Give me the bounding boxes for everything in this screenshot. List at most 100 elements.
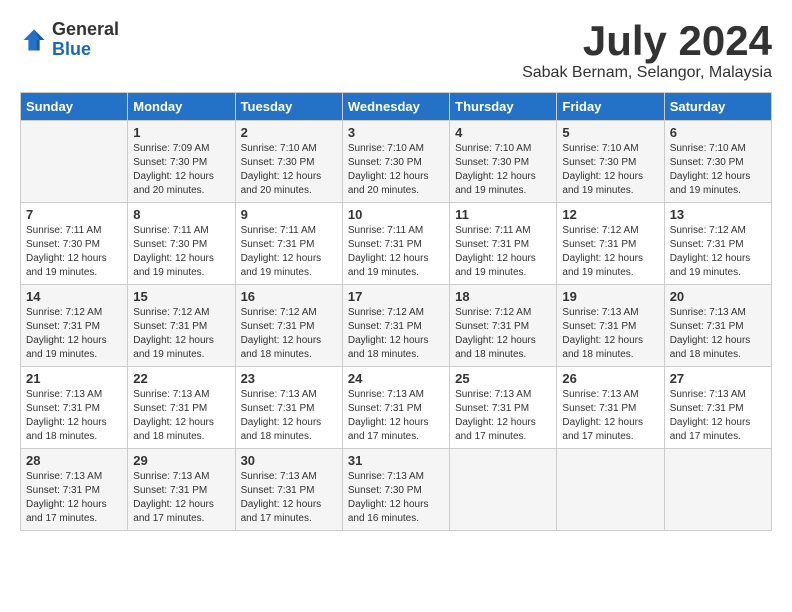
day-info: Sunrise: 7:11 AMSunset: 7:31 PMDaylight:… [455, 224, 551, 280]
day-number: 26 [562, 371, 658, 386]
calendar-cell: 5Sunrise: 7:10 AMSunset: 7:30 PMDaylight… [557, 121, 664, 203]
day-info: Sunrise: 7:12 AMSunset: 7:31 PMDaylight:… [348, 306, 444, 362]
day-info: Sunrise: 7:12 AMSunset: 7:31 PMDaylight:… [455, 306, 551, 362]
col-wednesday: Wednesday [342, 93, 449, 121]
logo-icon [20, 26, 48, 54]
day-info: Sunrise: 7:13 AMSunset: 7:31 PMDaylight:… [670, 306, 766, 362]
day-number: 8 [133, 207, 229, 222]
calendar-cell: 24Sunrise: 7:13 AMSunset: 7:31 PMDayligh… [342, 367, 449, 449]
calendar-cell [664, 449, 771, 531]
day-number: 14 [26, 289, 122, 304]
calendar-cell: 1Sunrise: 7:09 AMSunset: 7:30 PMDaylight… [128, 121, 235, 203]
logo: General Blue [20, 20, 119, 60]
day-info: Sunrise: 7:10 AMSunset: 7:30 PMDaylight:… [241, 142, 337, 198]
calendar-header-row: Sunday Monday Tuesday Wednesday Thursday… [21, 93, 772, 121]
day-info: Sunrise: 7:13 AMSunset: 7:31 PMDaylight:… [241, 470, 337, 526]
calendar-cell [450, 449, 557, 531]
day-number: 2 [241, 125, 337, 140]
calendar-cell: 4Sunrise: 7:10 AMSunset: 7:30 PMDaylight… [450, 121, 557, 203]
day-number: 10 [348, 207, 444, 222]
calendar-week-row: 7 Sunrise: 7:11 AMSunset: 7:30 PMDaylight… [21, 203, 772, 285]
day-number: 9 [241, 207, 337, 222]
day-info: Sunrise: 7:13 AMSunset: 7:31 PMDaylight:… [26, 470, 122, 526]
day-number: 18 [455, 289, 551, 304]
calendar-cell: 26 Sunrise: 7:13 AMSunset: 7:31 PMDayligh… [557, 367, 664, 449]
calendar-cell [21, 121, 128, 203]
calendar-week-row: 21 Sunrise: 7:13 AMSunset: 7:31 PMDayligh… [21, 367, 772, 449]
calendar-cell: 21 Sunrise: 7:13 AMSunset: 7:31 PMDayligh… [21, 367, 128, 449]
calendar-cell: 2 Sunrise: 7:10 AMSunset: 7:30 PMDaylight… [235, 121, 342, 203]
day-number: 15 [133, 289, 229, 304]
day-number: 7 [26, 207, 122, 222]
calendar-cell: 6 Sunrise: 7:10 AMSunset: 7:30 PMDaylight… [664, 121, 771, 203]
calendar-cell: 10 Sunrise: 7:11 AMSunset: 7:31 PMDayligh… [342, 203, 449, 285]
day-number: 1 [133, 125, 229, 140]
calendar-cell: 28 Sunrise: 7:13 AMSunset: 7:31 PMDayligh… [21, 449, 128, 531]
day-info: Sunrise: 7:13 AMSunset: 7:31 PMDaylight:… [562, 388, 658, 444]
day-info: Sunrise: 7:13 AMSunset: 7:31 PMDaylight:… [348, 388, 444, 444]
day-number: 17 [348, 289, 444, 304]
location-subtitle: Sabak Bernam, Selangor, Malaysia [522, 64, 772, 82]
day-number: 30 [241, 453, 337, 468]
day-info: Sunrise: 7:11 AMSunset: 7:31 PMDaylight:… [241, 224, 337, 280]
calendar-table: Sunday Monday Tuesday Wednesday Thursday… [20, 92, 772, 531]
day-info: Sunrise: 7:11 AMSunset: 7:30 PMDaylight:… [26, 224, 122, 280]
day-info: Sunrise: 7:12 AMSunset: 7:31 PMDaylight:… [133, 306, 229, 362]
col-sunday: Sunday [21, 93, 128, 121]
calendar-cell: 31Sunrise: 7:13 AMSunset: 7:30 PMDayligh… [342, 449, 449, 531]
day-number: 31 [348, 453, 444, 468]
calendar-cell: 27 Sunrise: 7:13 AMSunset: 7:31 PMDayligh… [664, 367, 771, 449]
day-number: 13 [670, 207, 766, 222]
calendar-cell: 8Sunrise: 7:11 AMSunset: 7:30 PMDaylight… [128, 203, 235, 285]
day-info: Sunrise: 7:11 AMSunset: 7:31 PMDaylight:… [348, 224, 444, 280]
calendar-cell: 12Sunrise: 7:12 AMSunset: 7:31 PMDayligh… [557, 203, 664, 285]
title-area: July 2024 Sabak Bernam, Selangor, Malays… [522, 20, 772, 82]
day-number: 11 [455, 207, 551, 222]
day-number: 21 [26, 371, 122, 386]
day-number: 23 [241, 371, 337, 386]
day-number: 16 [241, 289, 337, 304]
calendar-week-row: 1Sunrise: 7:09 AMSunset: 7:30 PMDaylight… [21, 121, 772, 203]
day-info: Sunrise: 7:13 AMSunset: 7:31 PMDaylight:… [26, 388, 122, 444]
day-number: 5 [562, 125, 658, 140]
col-thursday: Thursday [450, 93, 557, 121]
calendar-cell: 30 Sunrise: 7:13 AMSunset: 7:31 PMDayligh… [235, 449, 342, 531]
col-tuesday: Tuesday [235, 93, 342, 121]
calendar-cell: 13Sunrise: 7:12 AMSunset: 7:31 PMDayligh… [664, 203, 771, 285]
calendar-cell: 22Sunrise: 7:13 AMSunset: 7:31 PMDayligh… [128, 367, 235, 449]
day-info: Sunrise: 7:10 AMSunset: 7:30 PMDaylight:… [670, 142, 766, 198]
calendar-cell: 17 Sunrise: 7:12 AMSunset: 7:31 PMDayligh… [342, 285, 449, 367]
calendar-cell: 23 Sunrise: 7:13 AMSunset: 7:31 PMDayligh… [235, 367, 342, 449]
calendar-week-row: 28 Sunrise: 7:13 AMSunset: 7:31 PMDayligh… [21, 449, 772, 531]
day-number: 22 [133, 371, 229, 386]
day-number: 27 [670, 371, 766, 386]
calendar-cell: 29 Sunrise: 7:13 AMSunset: 7:31 PMDayligh… [128, 449, 235, 531]
day-number: 25 [455, 371, 551, 386]
calendar-cell [557, 449, 664, 531]
calendar-cell: 15 Sunrise: 7:12 AMSunset: 7:31 PMDayligh… [128, 285, 235, 367]
day-info: Sunrise: 7:12 AMSunset: 7:31 PMDaylight:… [26, 306, 122, 362]
calendar-cell: 20 Sunrise: 7:13 AMSunset: 7:31 PMDayligh… [664, 285, 771, 367]
day-number: 28 [26, 453, 122, 468]
day-info: Sunrise: 7:13 AMSunset: 7:31 PMDaylight:… [455, 388, 551, 444]
month-year-title: July 2024 [522, 20, 772, 62]
calendar-cell: 11 Sunrise: 7:11 AMSunset: 7:31 PMDayligh… [450, 203, 557, 285]
day-info: Sunrise: 7:13 AMSunset: 7:31 PMDaylight:… [133, 470, 229, 526]
day-number: 29 [133, 453, 229, 468]
day-info: Sunrise: 7:13 AMSunset: 7:31 PMDaylight:… [670, 388, 766, 444]
day-info: Sunrise: 7:10 AMSunset: 7:30 PMDaylight:… [455, 142, 551, 198]
logo-general: General Blue [52, 20, 119, 60]
calendar-cell: 19 Sunrise: 7:13 AMSunset: 7:31 PMDayligh… [557, 285, 664, 367]
calendar-cell: 16 Sunrise: 7:12 AMSunset: 7:31 PMDayligh… [235, 285, 342, 367]
calendar-cell: 14 Sunrise: 7:12 AMSunset: 7:31 PMDayligh… [21, 285, 128, 367]
day-info: Sunrise: 7:13 AMSunset: 7:31 PMDaylight:… [562, 306, 658, 362]
page-header: General Blue July 2024 Sabak Bernam, Sel… [20, 20, 772, 82]
day-number: 20 [670, 289, 766, 304]
col-friday: Friday [557, 93, 664, 121]
day-info: Sunrise: 7:13 AMSunset: 7:31 PMDaylight:… [241, 388, 337, 444]
day-number: 6 [670, 125, 766, 140]
calendar-cell: 25 Sunrise: 7:13 AMSunset: 7:31 PMDayligh… [450, 367, 557, 449]
day-number: 19 [562, 289, 658, 304]
day-info: Sunrise: 7:12 AMSunset: 7:31 PMDaylight:… [241, 306, 337, 362]
col-monday: Monday [128, 93, 235, 121]
